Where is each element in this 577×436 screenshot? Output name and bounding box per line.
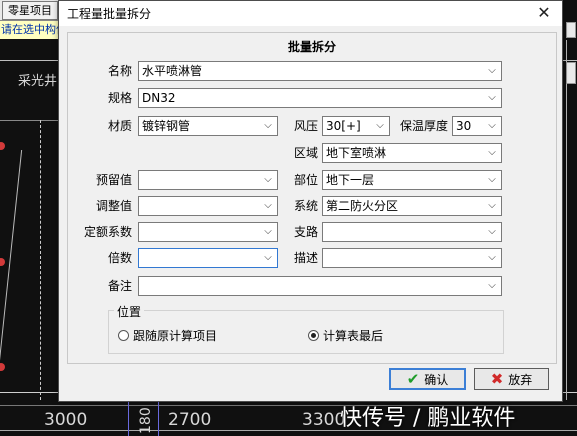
radio-follow-label: 跟随原计算项目 bbox=[133, 329, 218, 343]
background-toolbar: 零星项目 bbox=[0, 0, 66, 21]
material-combo[interactable]: 镀锌钢管 ⌵ bbox=[138, 116, 278, 136]
cad-label: 采光井 bbox=[18, 74, 58, 89]
cad-line bbox=[0, 120, 60, 121]
chevron-down-icon[interactable]: ⌵ bbox=[485, 89, 499, 107]
dimension-text: 180 bbox=[138, 407, 154, 434]
wind-pressure-label: 风压 bbox=[293, 119, 318, 133]
checkmark-icon: ✔ bbox=[406, 370, 420, 388]
cad-line bbox=[566, 40, 567, 400]
name-value: 水平喷淋管 bbox=[142, 64, 203, 78]
cad-dashed-line bbox=[40, 120, 41, 400]
region-label: 区域 bbox=[293, 146, 318, 160]
cad-marker bbox=[0, 142, 5, 150]
radio-circle[interactable] bbox=[118, 330, 129, 341]
quota-coef-label: 定额系数 bbox=[83, 225, 132, 239]
chevron-down-icon[interactable]: ⌵ bbox=[261, 223, 275, 241]
multiple-combo[interactable]: ⌵ bbox=[138, 248, 278, 268]
insulation-label: 保温厚度 bbox=[399, 119, 448, 133]
chevron-down-icon[interactable]: ⌵ bbox=[261, 197, 275, 215]
batch-split-dialog: 工程量批量拆分 ✕ 批量拆分 名称 水平喷淋管 ⌵ 规格 DN32 ⌵ 材质 镀… bbox=[58, 0, 563, 402]
system-label: 系统 bbox=[293, 199, 318, 213]
hint-bar: 请在选中构件 bbox=[0, 21, 67, 39]
quota-coef-combo[interactable]: ⌵ bbox=[138, 222, 278, 242]
dialog-title: 工程量批量拆分 bbox=[67, 7, 152, 21]
region-value: 地下室喷淋 bbox=[326, 146, 387, 160]
confirm-button[interactable]: ✔ 确认 bbox=[389, 368, 466, 390]
cad-marker bbox=[0, 258, 5, 266]
chevron-down-icon[interactable]: ⌵ bbox=[485, 249, 499, 267]
location-combo[interactable]: 地下一层 ⌵ bbox=[322, 170, 502, 190]
branch-combo[interactable]: ⌵ bbox=[322, 222, 502, 242]
description-combo[interactable]: ⌵ bbox=[322, 248, 502, 268]
side-control[interactable] bbox=[566, 62, 576, 84]
cancel-label: 放弃 bbox=[508, 372, 533, 387]
watermark: 快传号 / 鹏业软件 bbox=[340, 406, 516, 431]
radio-circle-selected[interactable] bbox=[308, 330, 319, 341]
chevron-down-icon[interactable]: ⌵ bbox=[485, 171, 499, 189]
multiple-label: 倍数 bbox=[107, 251, 132, 265]
chevron-down-icon[interactable]: ⌵ bbox=[485, 197, 499, 215]
cad-line bbox=[0, 150, 23, 400]
chevron-down-icon[interactable]: ⌵ bbox=[485, 62, 499, 80]
chevron-down-icon[interactable]: ⌵ bbox=[485, 223, 499, 241]
system-combo[interactable]: 第二防火分区 ⌵ bbox=[322, 196, 502, 216]
radio-follow-original[interactable]: 跟随原计算项目 bbox=[118, 327, 217, 344]
region-combo[interactable]: 地下室喷淋 ⌵ bbox=[322, 143, 502, 163]
adjust-label: 调整值 bbox=[95, 199, 132, 213]
side-control[interactable] bbox=[566, 22, 576, 38]
confirm-label: 确认 bbox=[424, 372, 449, 387]
dimension-text: 3000 bbox=[44, 410, 88, 430]
reserved-label: 预留值 bbox=[95, 173, 132, 187]
description-label: 描述 bbox=[293, 251, 318, 265]
wind-pressure-combo[interactable]: 30[+] ⌵ bbox=[322, 116, 390, 136]
chevron-down-icon[interactable]: ⌵ bbox=[261, 171, 275, 189]
dialog-titlebar[interactable]: 工程量批量拆分 ✕ bbox=[59, 1, 562, 26]
spec-value: DN32 bbox=[142, 91, 176, 105]
chevron-down-icon[interactable]: ⌵ bbox=[485, 277, 499, 295]
material-label: 材质 bbox=[107, 119, 132, 133]
chevron-down-icon[interactable]: ⌵ bbox=[485, 144, 499, 162]
location-label: 部位 bbox=[293, 173, 318, 187]
insulation-value: 30 bbox=[456, 119, 472, 133]
dimension-text: 2700 bbox=[168, 410, 212, 430]
name-label: 名称 bbox=[107, 64, 132, 78]
panel-title: 批量拆分 bbox=[287, 40, 336, 54]
cad-marker bbox=[0, 363, 5, 371]
position-group-title: 位置 bbox=[114, 303, 145, 320]
cross-icon: ✖ bbox=[490, 370, 504, 388]
sporadic-items-button[interactable]: 零星项目 bbox=[2, 1, 58, 20]
chevron-down-icon[interactable]: ⌵ bbox=[373, 117, 387, 135]
chevron-down-icon[interactable]: ⌵ bbox=[485, 117, 499, 135]
remark-label: 备注 bbox=[107, 279, 132, 293]
branch-label: 支路 bbox=[293, 225, 318, 239]
dimension-text: 3300 bbox=[302, 410, 346, 430]
adjust-combo[interactable]: ⌵ bbox=[138, 196, 278, 216]
reserved-combo[interactable]: ⌵ bbox=[138, 170, 278, 190]
name-combo[interactable]: 水平喷淋管 ⌵ bbox=[138, 61, 502, 81]
radio-last-label: 计算表最后 bbox=[323, 329, 384, 343]
radio-sheet-last[interactable]: 计算表最后 bbox=[308, 327, 383, 344]
system-value: 第二防火分区 bbox=[326, 199, 399, 213]
chevron-down-icon[interactable]: ⌵ bbox=[261, 249, 275, 267]
material-value: 镀锌钢管 bbox=[142, 119, 191, 133]
wind-pressure-value: 30[+] bbox=[326, 119, 361, 133]
remark-combo[interactable]: ⌵ bbox=[138, 276, 502, 296]
insulation-combo[interactable]: 30 ⌵ bbox=[452, 116, 502, 136]
close-icon[interactable]: ✕ bbox=[534, 3, 554, 23]
split-panel: 批量拆分 名称 水平喷淋管 ⌵ 规格 DN32 ⌵ 材质 镀锌钢管 ⌵ 风压 3… bbox=[67, 32, 557, 364]
location-value: 地下一层 bbox=[326, 173, 375, 187]
spec-combo[interactable]: DN32 ⌵ bbox=[138, 88, 502, 108]
cancel-button[interactable]: ✖ 放弃 bbox=[474, 368, 549, 390]
chevron-down-icon[interactable]: ⌵ bbox=[261, 117, 275, 135]
spec-label: 规格 bbox=[107, 91, 132, 105]
